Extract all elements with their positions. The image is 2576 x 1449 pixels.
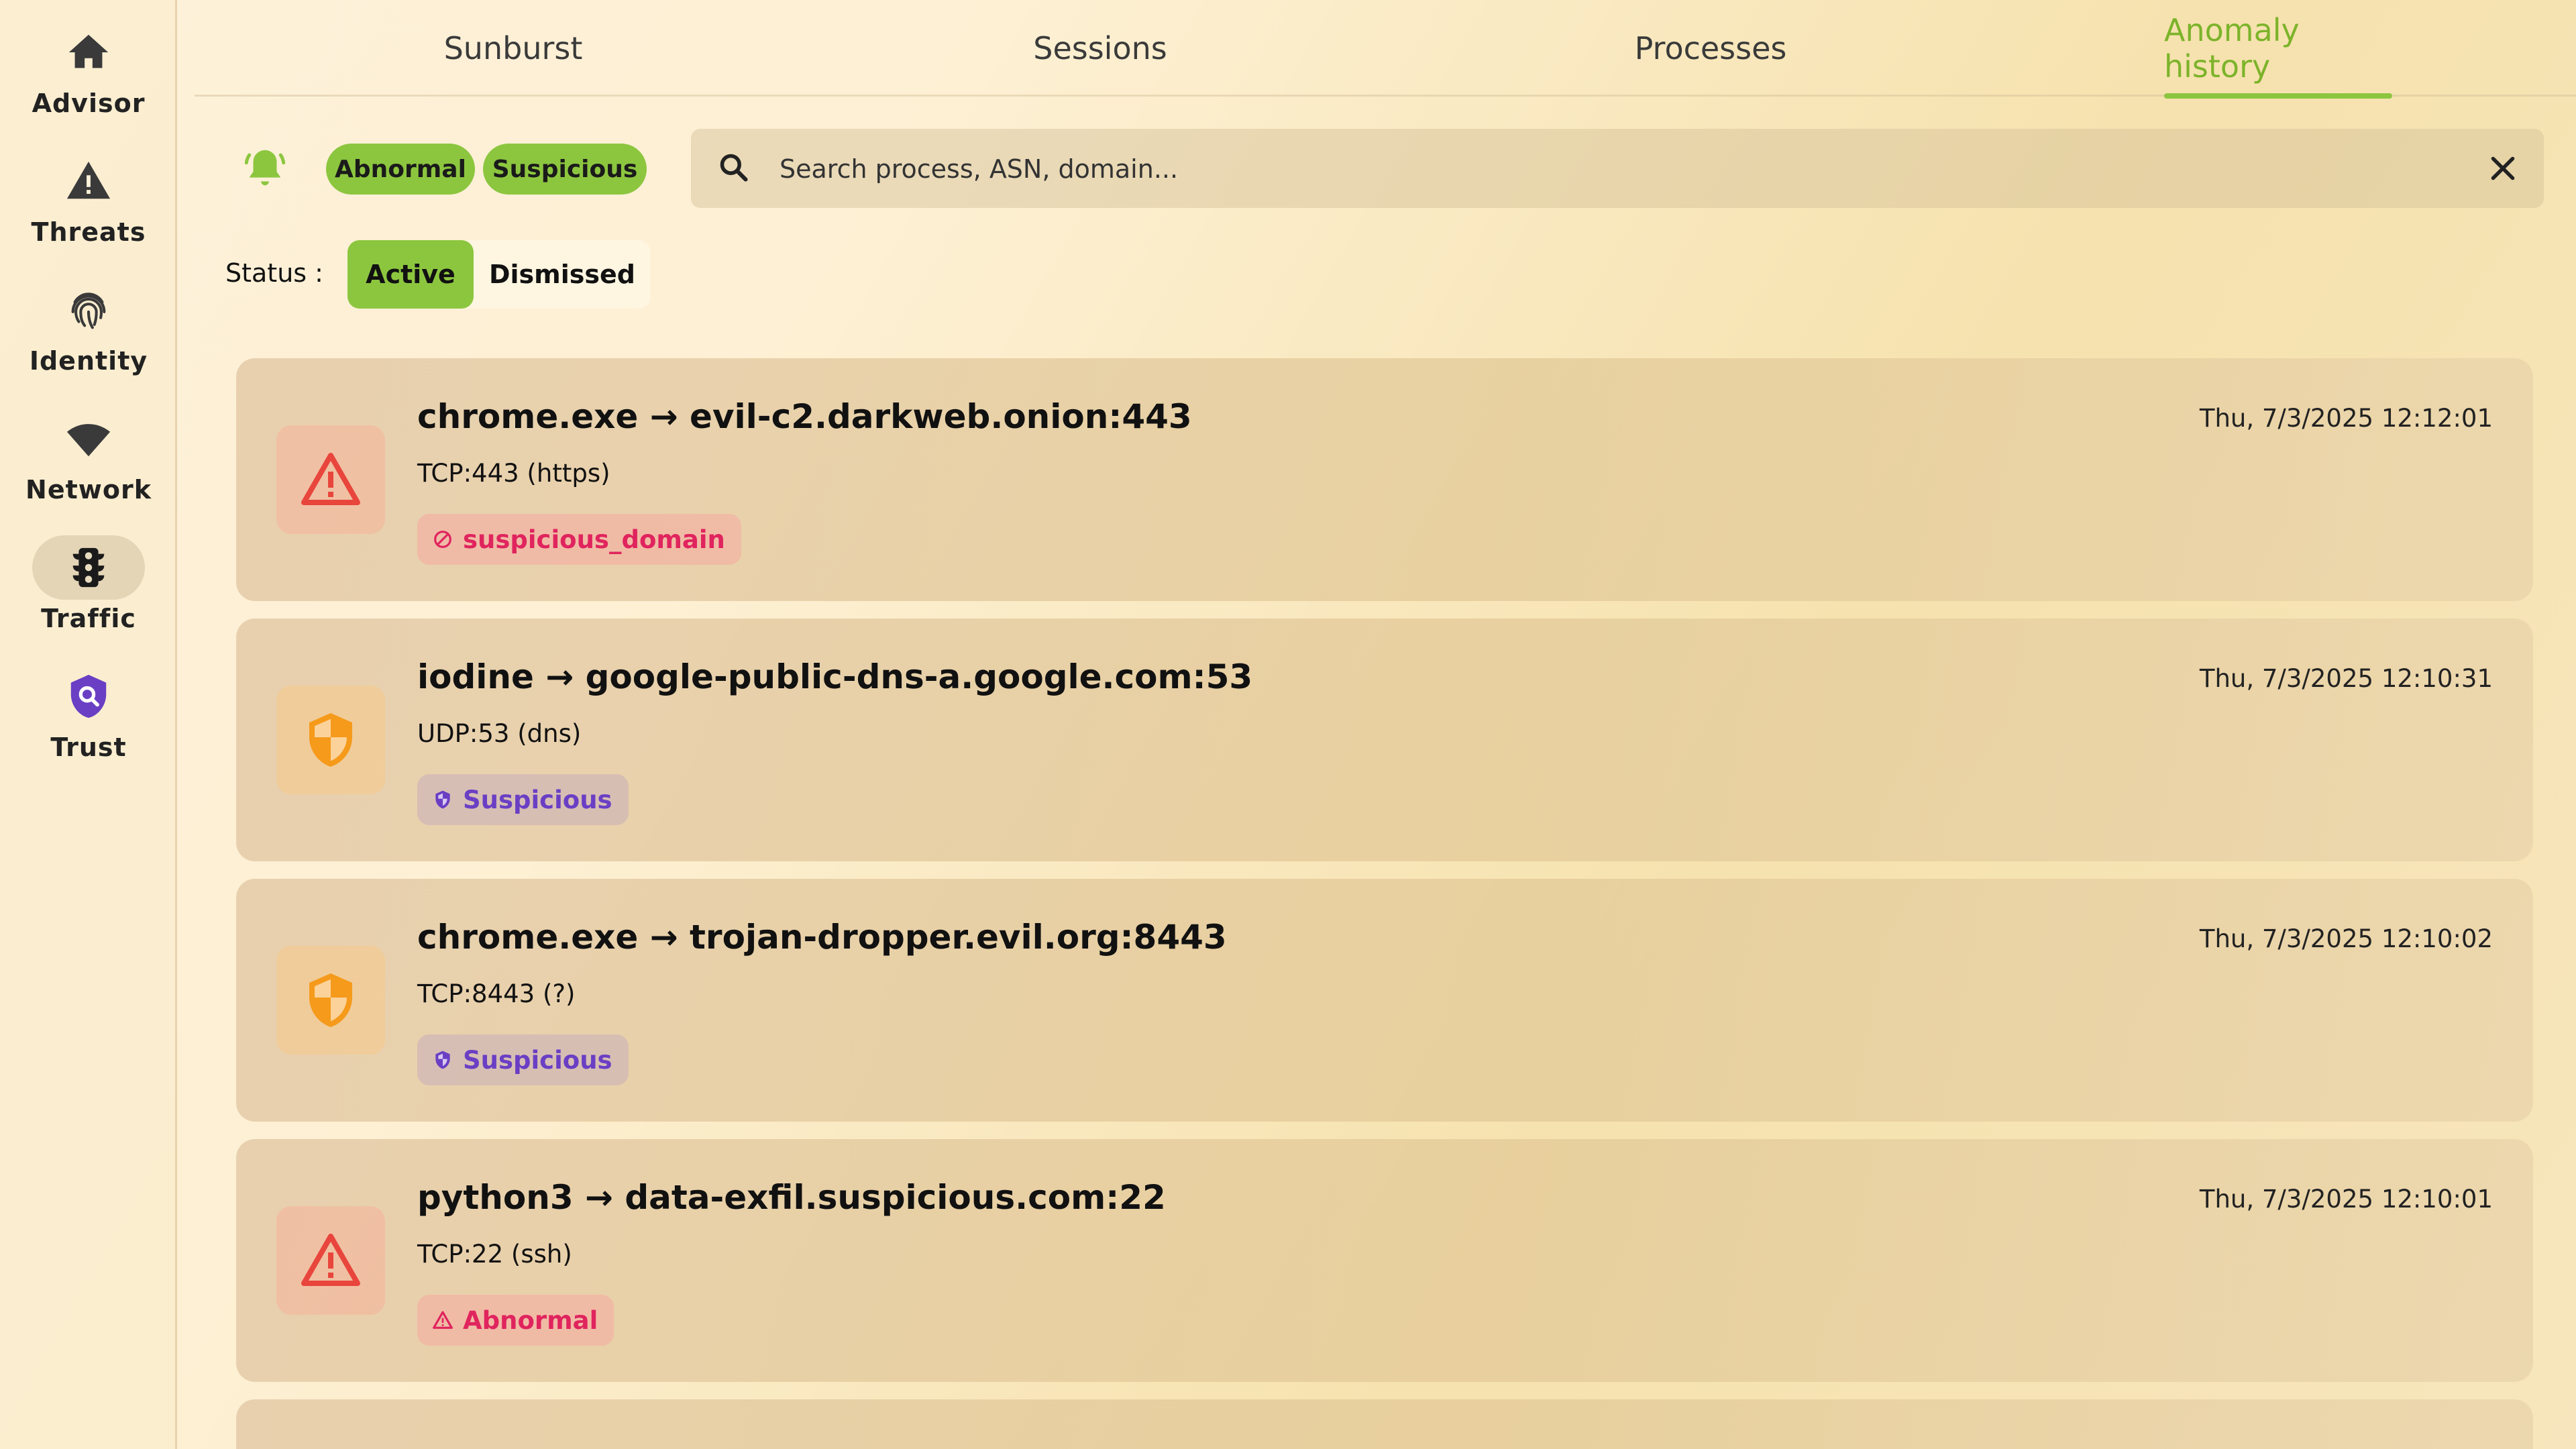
search-icon: [720, 154, 748, 182]
fingerprint-icon: [71, 292, 106, 329]
sidebar-item-advisor[interactable]: Advisor: [0, 20, 177, 149]
anomaly-protocol: TCP:8443 (?): [417, 979, 576, 1008]
anomaly-badge: suspicious_domain: [417, 514, 741, 565]
anomaly-badge: Abnormal: [417, 1295, 614, 1346]
search-input[interactable]: [778, 142, 2458, 196]
tab-bar: Sunburst Sessions Processes Anomaly hist…: [195, 0, 2576, 99]
warning-triangle-icon: [301, 453, 360, 505]
anomaly-card[interactable]: [236, 1399, 2533, 1449]
shield-icon: [435, 1051, 450, 1069]
sidebar-item-label: Trust: [50, 733, 127, 762]
wifi-icon: [66, 424, 111, 457]
sidebar-item-label: Network: [25, 475, 152, 504]
sidebar-item-network[interactable]: Network: [0, 407, 177, 535]
status-label: Status :: [225, 258, 323, 288]
status-dismissed-button[interactable]: Dismissed: [474, 240, 651, 309]
sidebar-item-label: Identity: [29, 346, 148, 376]
sidebar-item-traffic[interactable]: Traffic: [0, 535, 177, 664]
sidebar-item-label: Traffic: [41, 604, 136, 633]
anomaly-card[interactable]: chrome.exe → trojan-dropper.evil.org:844…: [236, 879, 2533, 1122]
anomaly-title: chrome.exe → trojan-dropper.evil.org:844…: [417, 918, 1227, 957]
filter-chip-abnormal[interactable]: Abnormal: [326, 144, 475, 195]
anomaly-card[interactable]: chrome.exe → evil-c2.darkweb.onion:443 T…: [236, 358, 2533, 601]
traffic-light-icon: [72, 547, 105, 588]
anomaly-timestamp: Thu, 7/3/2025 12:12:01: [2199, 404, 2493, 433]
anomaly-badge-label: Suspicious: [463, 1045, 612, 1075]
warning-icon: [66, 161, 111, 199]
sidebar-item-trust[interactable]: Trust: [0, 664, 177, 793]
tab-sessions[interactable]: Sessions: [1000, 0, 1201, 97]
search-bar: [691, 129, 2544, 208]
anomaly-protocol: TCP:443 (https): [417, 459, 610, 488]
status-active-button[interactable]: Active: [347, 240, 474, 309]
anomaly-title: chrome.exe → evil-c2.darkweb.onion:443: [417, 397, 1192, 436]
close-icon[interactable]: [2486, 152, 2520, 185]
tab-sunburst[interactable]: Sunburst: [396, 0, 631, 97]
anomaly-badge-label: suspicious_domain: [463, 525, 725, 554]
anomaly-title: iodine → google-public-dns-a.google.com:…: [417, 657, 1253, 696]
sidebar-item-threats[interactable]: Threats: [0, 149, 177, 278]
anomaly-protocol: UDP:53 (dns): [417, 719, 582, 748]
sidebar-item-label: Threats: [31, 217, 146, 247]
anomaly-badge-label: Abnormal: [463, 1305, 598, 1335]
anomaly-card[interactable]: python3 → data-exfil.suspicious.com:22 T…: [236, 1139, 2533, 1382]
shield-search-icon: [70, 674, 107, 718]
status-toggle: Active Dismissed: [347, 240, 651, 309]
anomaly-badge-label: Suspicious: [463, 785, 612, 814]
filter-chip-suspicious[interactable]: Suspicious: [483, 144, 647, 195]
warning-icon: [433, 1311, 453, 1329]
shield-warning-icon: [309, 973, 352, 1027]
sidebar: Advisor Threats Identity Network Traffic: [0, 0, 177, 1449]
anomaly-badge: Suspicious: [417, 774, 629, 825]
anomaly-title: python3 → data-exfil.suspicious.com:22: [417, 1178, 1166, 1217]
anomaly-timestamp: Thu, 7/3/2025 12:10:31: [2199, 664, 2493, 693]
sidebar-item-label: Advisor: [32, 89, 146, 118]
blocked-icon: [434, 531, 451, 548]
shield-warning-icon: [309, 713, 352, 767]
tab-anomaly-history[interactable]: Anomaly history: [2164, 0, 2392, 99]
anomaly-timestamp: Thu, 7/3/2025 12:10:02: [2199, 924, 2493, 953]
anomaly-card[interactable]: iodine → google-public-dns-a.google.com:…: [236, 619, 2533, 861]
tab-processes[interactable]: Processes: [1590, 0, 1831, 97]
anomaly-badge: Suspicious: [417, 1034, 629, 1085]
home-icon: [68, 34, 109, 68]
sidebar-item-identity[interactable]: Identity: [0, 278, 177, 407]
notification-toggle[interactable]: [238, 141, 292, 195]
shield-icon: [435, 790, 450, 809]
anomaly-timestamp: Thu, 7/3/2025 12:10:01: [2199, 1185, 2493, 1214]
warning-triangle-icon: [301, 1234, 360, 1286]
bell-alert-icon: [244, 150, 286, 186]
anomaly-protocol: TCP:22 (ssh): [417, 1240, 572, 1269]
